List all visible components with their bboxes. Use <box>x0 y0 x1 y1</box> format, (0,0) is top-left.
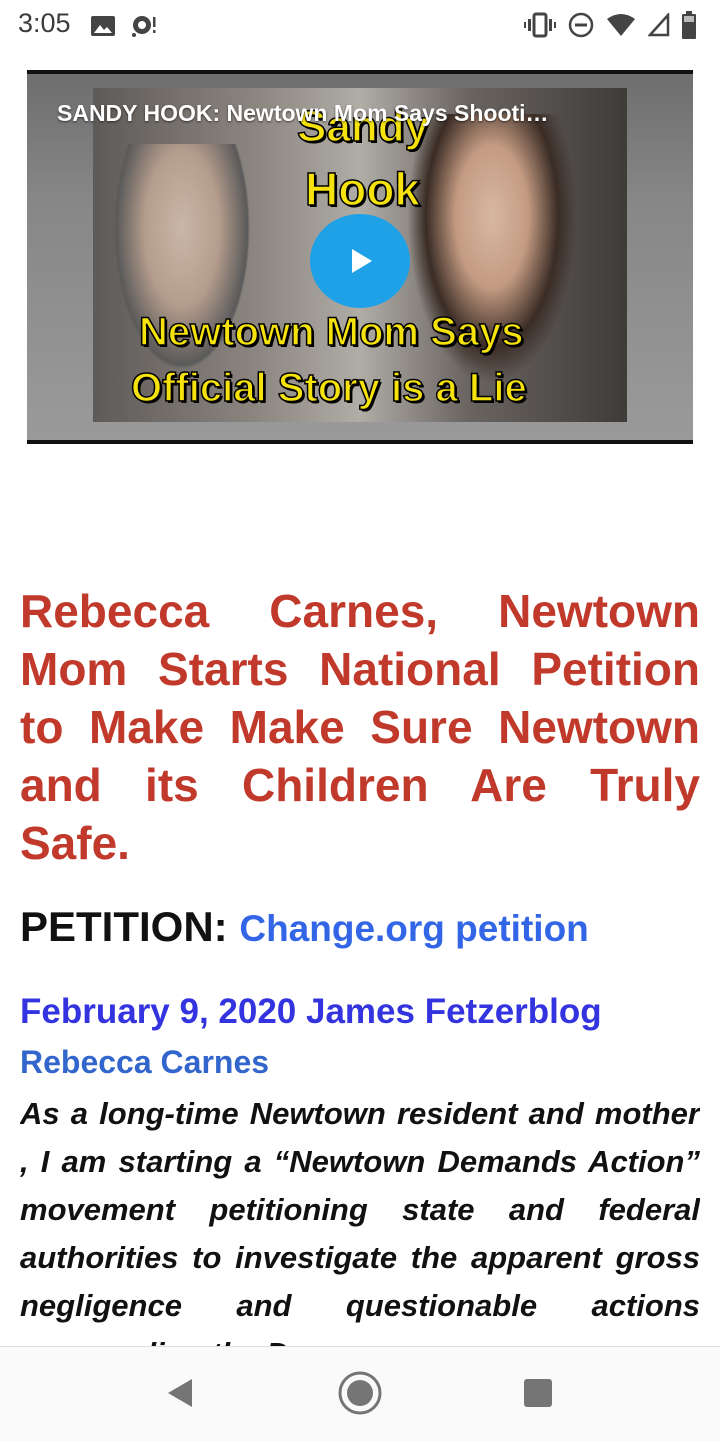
system-icons <box>524 10 696 40</box>
back-button[interactable] <box>150 1367 210 1419</box>
battery-icon <box>682 11 696 39</box>
article-body: As a long-time Newtown resident and moth… <box>20 1096 700 1346</box>
video-thumbnail[interactable]: Sandy Hook Newtown Mom Says Official Sto… <box>27 74 693 440</box>
play-button[interactable] <box>310 214 410 308</box>
article-headline: Rebecca Carnes, Newtown Mom Starts Natio… <box>20 585 700 869</box>
navigation-bar <box>0 1346 720 1441</box>
video-title[interactable]: SANDY HOOK: Newtown Mom Says Shooti… <box>57 100 549 127</box>
petition-line: PETITION: Change.org petition <box>20 903 589 951</box>
recents-button[interactable] <box>508 1367 568 1419</box>
notification-icons <box>90 12 158 40</box>
chat-notification-icon <box>130 14 158 38</box>
cell-signal-icon <box>648 13 670 37</box>
video-caption-hook: Hook <box>304 162 421 216</box>
wifi-icon <box>606 13 636 37</box>
article-dateline[interactable]: February 9, 2020 James Fetzerblog <box>20 992 602 1032</box>
home-icon <box>338 1371 382 1415</box>
video-caption-newtown-mom: Newtown Mom Says <box>138 309 524 355</box>
do-not-disturb-icon <box>568 12 594 38</box>
video-player[interactable]: Sandy Hook Newtown Mom Says Official Sto… <box>27 70 693 444</box>
play-icon <box>352 249 372 273</box>
vibrate-icon <box>524 12 556 38</box>
article-author[interactable]: Rebecca Carnes <box>20 1044 269 1081</box>
image-notification-icon <box>90 15 116 37</box>
petition-link[interactable]: Change.org petition <box>239 908 588 949</box>
status-time: 3:05 <box>18 8 71 38</box>
recents-icon <box>524 1379 552 1407</box>
status-bar: 3:05 <box>0 0 720 52</box>
home-button[interactable] <box>330 1367 390 1419</box>
video-caption-official-story: Official Story is a Lie <box>130 365 527 411</box>
petition-label: PETITION: <box>20 903 228 950</box>
back-icon <box>168 1379 192 1407</box>
